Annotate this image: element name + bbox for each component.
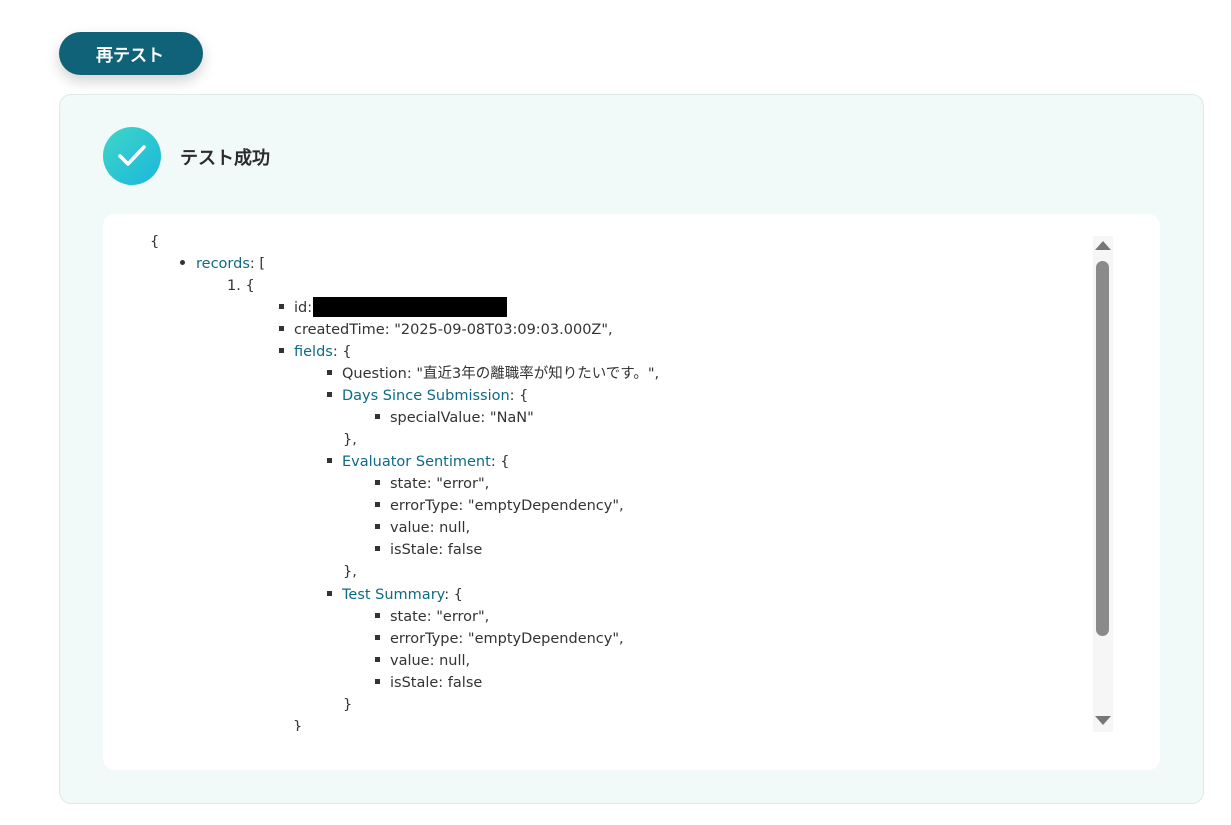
bullet-icon <box>375 413 380 419</box>
test-success-title: テスト成功 <box>180 148 270 169</box>
fields-key[interactable]: fields <box>294 344 333 360</box>
json-scrollbar[interactable] <box>1093 236 1113 732</box>
created-time: createdTime: "2025-09-08T03:09:03.000Z", <box>294 322 613 338</box>
bullet-icon <box>375 545 380 551</box>
sentiment-value: value: null, <box>390 520 471 536</box>
days-since-submission-key[interactable]: Days Since Submission <box>342 388 510 404</box>
bullet-icon <box>327 369 332 375</box>
summary-state-line: state: "error", <box>375 606 489 628</box>
summary-state: state: "error", <box>390 609 490 625</box>
days-since-submission-line: Days Since Submission: { <box>327 385 528 407</box>
bullet-icon <box>327 590 332 596</box>
summary-value-line: value: null, <box>375 650 470 672</box>
sentiment-is-stale-line: isStale: false <box>375 539 482 561</box>
scroll-down-arrow-icon[interactable] <box>1095 716 1111 725</box>
created-time-line: createdTime: "2025-09-08T03:09:03.000Z", <box>279 319 613 341</box>
id-key: id: <box>294 300 313 316</box>
summary-is-stale-line: isStale: false <box>375 672 482 694</box>
special-value-line: specialValue: "NaN" <box>375 407 534 429</box>
bullet-icon <box>375 479 380 485</box>
evaluator-sentiment-line: Evaluator Sentiment: { <box>327 451 510 473</box>
sentiment-close: }, <box>343 564 357 580</box>
scrollbar-thumb[interactable] <box>1096 261 1109 636</box>
json-tree: { records: [ 1. { id: createdTime: "2025… <box>103 214 1103 731</box>
fields-line: fields: { <box>279 341 352 363</box>
bullet-icon <box>279 347 284 353</box>
json-output-card: { records: [ 1. { id: createdTime: "2025… <box>103 214 1160 770</box>
summary-error-type: errorType: "emptyDependency", <box>390 631 624 647</box>
sentiment-is-stale: isStale: false <box>390 542 483 558</box>
summary-is-stale: isStale: false <box>390 675 483 691</box>
days-close: }, <box>343 432 357 448</box>
sentiment-error-type: errorType: "emptyDependency", <box>390 498 624 514</box>
bullet-icon <box>327 391 332 397</box>
sentiment-error-type-line: errorType: "emptyDependency", <box>375 495 624 517</box>
test-result-panel: テスト成功 { records: [ 1. { id: createdTime:… <box>59 94 1204 804</box>
bullet-icon <box>327 457 332 463</box>
record-close: } <box>293 719 303 731</box>
question-line: Question: "直近3年の離職率が知りたいです。", <box>327 363 659 385</box>
bullet-icon <box>375 612 380 618</box>
record-item-index: 1. { <box>227 278 255 294</box>
days-open: : { <box>509 388 529 404</box>
sentiment-state-line: state: "error", <box>375 473 489 495</box>
summary-open: : { <box>444 587 463 603</box>
records-open: : [ <box>249 256 266 272</box>
bullet-icon <box>279 325 284 331</box>
summary-error-type-line: errorType: "emptyDependency", <box>375 628 624 650</box>
sentiment-value-line: value: null, <box>375 517 470 539</box>
fields-open: : { <box>332 344 352 360</box>
id-line: id: <box>279 297 508 319</box>
bullet-icon <box>279 303 284 309</box>
test-summary-line: Test Summary: { <box>327 584 463 606</box>
bullet-icon <box>375 523 380 529</box>
summary-value: value: null, <box>390 653 471 669</box>
evaluator-sentiment-key[interactable]: Evaluator Sentiment <box>342 454 491 470</box>
scroll-up-arrow-icon[interactable] <box>1095 241 1111 250</box>
json-open-brace: { <box>150 234 160 250</box>
success-check-icon <box>103 127 161 185</box>
sentiment-open: : { <box>490 454 510 470</box>
sentiment-state: state: "error", <box>390 476 490 492</box>
bullet-icon <box>375 678 380 684</box>
bullet-icon <box>375 656 380 662</box>
bullet-icon <box>375 634 380 640</box>
redacted-id <box>313 297 508 317</box>
bullet-icon <box>375 501 380 507</box>
summary-close: } <box>343 697 353 713</box>
question: Question: "直近3年の離職率が知りたいです。", <box>342 366 660 382</box>
records-key[interactable]: records <box>196 256 250 272</box>
special-value: specialValue: "NaN" <box>390 410 534 426</box>
retest-button[interactable]: 再テスト <box>59 32 203 75</box>
test-summary-key[interactable]: Test Summary <box>342 587 444 603</box>
records-line: records: [ <box>180 253 265 275</box>
bullet-icon <box>180 259 185 265</box>
